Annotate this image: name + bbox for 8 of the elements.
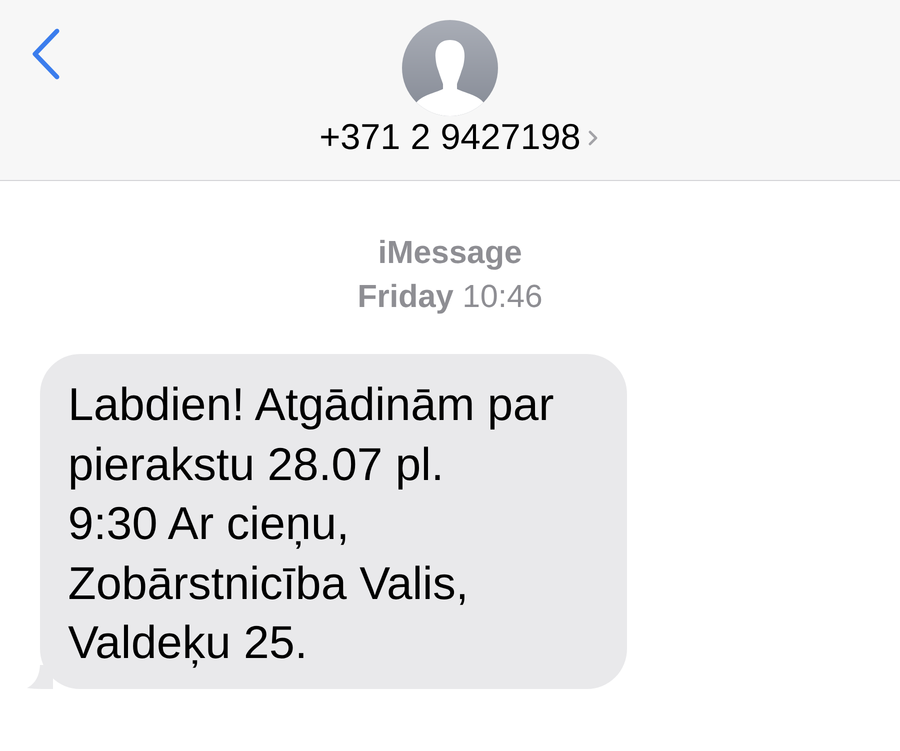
avatar-icon bbox=[402, 20, 498, 116]
chevron-right-icon bbox=[588, 130, 598, 146]
chevron-left-icon bbox=[31, 28, 61, 80]
message-text: Labdien! Atgādinām par pierakstu 28.07 pl. 9:30 Ar cieņu, Zobārstnicība Valis, Valdeķu 25. bbox=[68, 377, 555, 670]
message-timestamp: Friday 10:46 bbox=[358, 277, 542, 316]
service-label: iMessage bbox=[378, 233, 522, 272]
back-button[interactable] bbox=[31, 28, 61, 80]
contact-button[interactable]: +371 2 9427198 bbox=[319, 116, 598, 158]
